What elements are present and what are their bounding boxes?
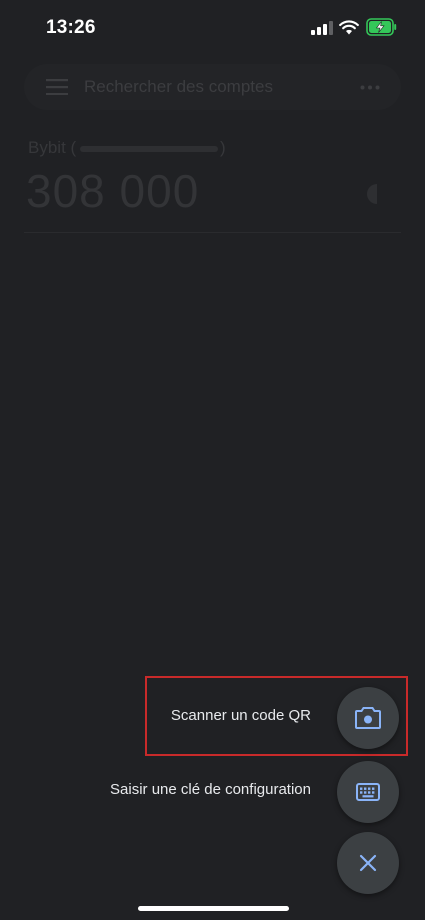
timer-pie-icon xyxy=(367,184,377,204)
status-bar: 13:26 xyxy=(0,0,425,56)
scan-qr-button[interactable] xyxy=(337,687,399,749)
battery-charging-icon xyxy=(366,18,397,36)
close-button[interactable] xyxy=(337,832,399,894)
home-indicator[interactable] xyxy=(138,906,289,911)
menu-icon[interactable] xyxy=(46,79,68,95)
account-name-redacted xyxy=(80,146,218,152)
status-time: 13:26 xyxy=(46,17,96,38)
close-icon xyxy=(359,854,377,872)
more-options-icon[interactable] xyxy=(360,85,380,90)
wifi-icon xyxy=(339,20,359,35)
search-placeholder[interactable]: Rechercher des comptes xyxy=(84,77,273,97)
close-speed-dial[interactable] xyxy=(337,832,399,894)
signal-icon xyxy=(311,21,333,35)
enter-setup-key-button[interactable] xyxy=(337,761,399,823)
scan-qr-label[interactable]: Scanner un code QR xyxy=(171,707,311,724)
account-divider xyxy=(24,232,401,233)
enter-setup-key-option[interactable]: Saisir une clé de configuration xyxy=(0,761,399,823)
camera-icon xyxy=(355,707,381,729)
account-issuer: Bybit ( xyxy=(28,138,77,157)
scan-qr-option[interactable]: Scanner un code QR xyxy=(0,687,399,749)
account-otp-code[interactable]: 308 000 xyxy=(26,164,199,218)
keyboard-icon xyxy=(356,783,380,801)
account-issuer-closing: ) xyxy=(220,138,226,157)
search-bar[interactable]: Rechercher des comptes xyxy=(24,64,401,110)
enter-setup-key-label[interactable]: Saisir une clé de configuration xyxy=(110,781,311,798)
